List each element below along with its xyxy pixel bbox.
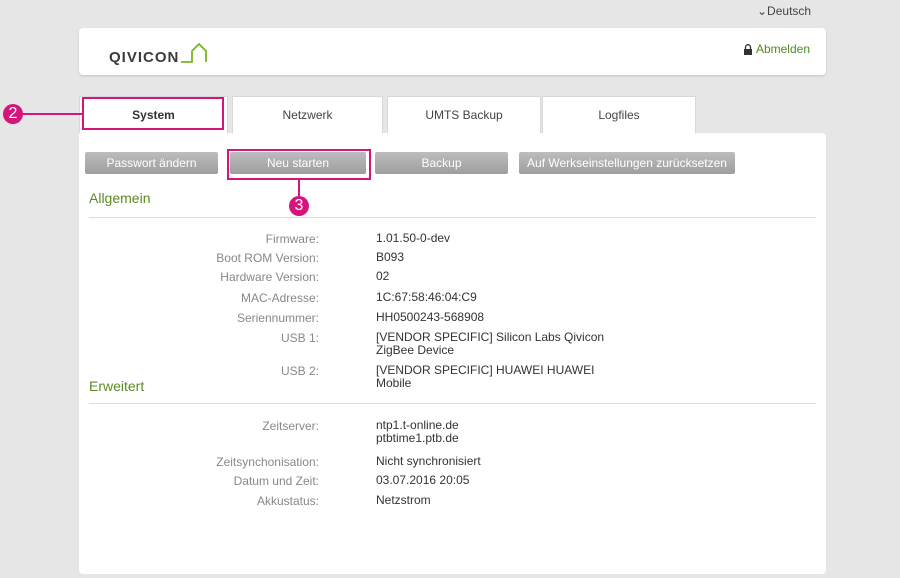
row-value: Netzstrom xyxy=(376,493,431,507)
row-value-line: [VENDOR SPECIFIC] HUAWEI HUAWEI xyxy=(376,363,595,377)
divider xyxy=(89,403,816,404)
tab-system[interactable]: System xyxy=(79,96,228,133)
tab-logfiles[interactable]: Logfiles xyxy=(542,96,696,133)
restart-button[interactable]: Neu starten xyxy=(230,152,366,174)
row-value: 1C:67:58:46:04:C9 xyxy=(376,290,477,304)
language-selector[interactable]: ⌄Deutsch xyxy=(757,4,811,18)
qivicon-logo: QIVICON xyxy=(109,39,210,65)
callout-line xyxy=(298,180,300,196)
section-title-advanced: Erweitert xyxy=(89,378,145,394)
row-value: 1.01.50-0-dev xyxy=(376,231,451,245)
callout-marker-3: 3 xyxy=(289,196,309,216)
row-label: USB 2: xyxy=(280,364,319,378)
backup-button[interactable]: Backup xyxy=(375,152,508,174)
divider xyxy=(89,217,816,218)
tab-umts-backup[interactable]: UMTS Backup xyxy=(387,96,541,133)
app-header: QIVICON Abmelden xyxy=(79,28,826,75)
logo-text: QIVICON xyxy=(109,49,180,66)
row-label: Firmware: xyxy=(265,232,319,246)
row-value-line: ZigBee Device xyxy=(376,343,455,357)
house-icon xyxy=(181,42,208,63)
factory-reset-button[interactable]: Auf Werkseinstellungen zurücksetzen xyxy=(519,152,735,174)
row-label: Zeitsynchonisation: xyxy=(216,455,319,469)
logout-label: Abmelden xyxy=(755,42,810,56)
row-value: ntp1.t-online.de ptbtime1.ptb.de xyxy=(376,419,636,445)
callout-line xyxy=(20,113,82,115)
row-value-line: [VENDOR SPECIFIC] Silicon Labs Qivicon xyxy=(376,330,605,344)
row-label: Zeitserver: xyxy=(262,419,319,433)
row-label: Akkustatus: xyxy=(256,494,319,508)
row-value: Nicht synchronisiert xyxy=(376,454,481,468)
change-password-button[interactable]: Passwort ändern xyxy=(85,152,218,174)
row-value: [VENDOR SPECIFIC] Silicon Labs Qivicon Z… xyxy=(376,331,636,357)
row-value: HH0500243-568908 xyxy=(376,310,485,324)
row-value: 03.07.2016 20:05 xyxy=(376,473,470,487)
row-value-line: ntp1.t-online.de xyxy=(376,418,459,432)
logout-link[interactable]: Abmelden xyxy=(743,42,810,56)
row-value: B093 xyxy=(376,250,405,264)
row-label: Seriennummer: xyxy=(236,311,319,325)
row-label: Boot ROM Version: xyxy=(216,251,319,265)
lock-icon xyxy=(743,43,752,55)
row-value: [VENDOR SPECIFIC] HUAWEI HUAWEI Mobile xyxy=(376,364,636,390)
callout-marker-2: 2 xyxy=(3,104,23,124)
row-label: USB 1: xyxy=(280,331,319,345)
tab-netzwerk[interactable]: Netzwerk xyxy=(232,96,383,133)
row-value-line: ptbtime1.ptb.de xyxy=(376,431,459,445)
row-label: Hardware Version: xyxy=(220,270,319,284)
row-label: MAC-Adresse: xyxy=(240,291,319,305)
row-label: Datum und Zeit: xyxy=(233,474,319,488)
row-value: 02 xyxy=(376,269,390,283)
row-value-line: Mobile xyxy=(376,376,412,390)
system-panel: Passwort ändern Neu starten Backup Auf W… xyxy=(79,133,826,574)
section-title-general: Allgemein xyxy=(89,190,151,206)
